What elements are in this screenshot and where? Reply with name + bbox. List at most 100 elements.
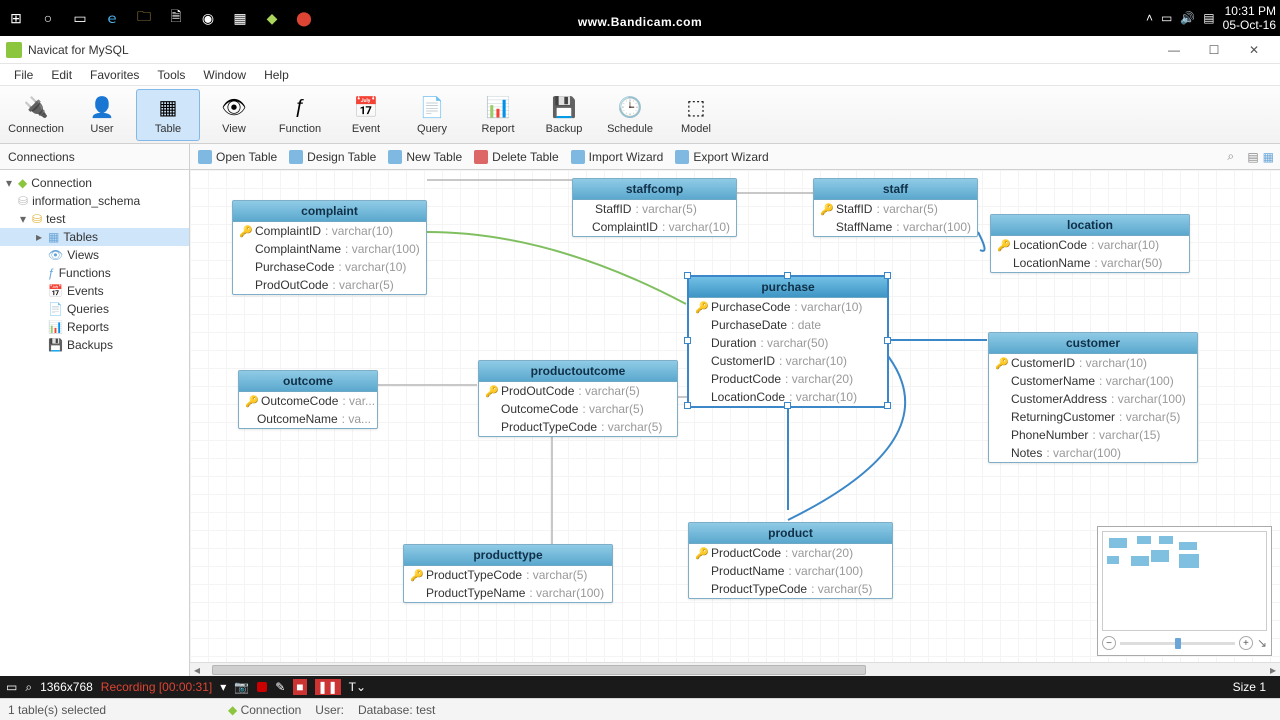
subtool-export-wizard[interactable]: Export Wizard xyxy=(671,148,772,166)
tray-action-icon[interactable]: ▤ xyxy=(1203,11,1214,25)
model-canvas[interactable]: complaint🔑ComplaintID : varchar(10)Compl… xyxy=(190,170,1280,676)
tool-model[interactable]: ⬚Model xyxy=(664,89,728,141)
subtool-open-table[interactable]: Open Table xyxy=(194,148,281,166)
search-icon[interactable]: ⌕ xyxy=(1227,149,1243,165)
rec-stop-button[interactable]: ■ xyxy=(293,679,306,695)
selection-handle[interactable] xyxy=(784,272,791,279)
tree-backups[interactable]: 💾Backups xyxy=(0,336,189,354)
tool-report[interactable]: 📊Report xyxy=(466,89,530,141)
app-icon-1[interactable]: 🗎 xyxy=(164,6,188,30)
field-productcode[interactable]: 🔑ProductCode : varchar(20) xyxy=(689,544,892,562)
field-purchasedate[interactable]: PurchaseDate : date xyxy=(689,316,887,334)
selection-handle[interactable] xyxy=(784,402,791,409)
rec-display-icon[interactable]: ▭ xyxy=(6,680,17,694)
bandicam-task-icon[interactable]: ⬤ xyxy=(292,6,316,30)
start-icon[interactable]: ⊞ xyxy=(4,6,28,30)
field-staffid[interactable]: StaffID : varchar(5) xyxy=(573,200,736,218)
tray-battery-icon[interactable]: ▭ xyxy=(1161,11,1172,25)
cortana-icon[interactable]: ○ xyxy=(36,6,60,30)
field-complaintname[interactable]: ComplaintName : varchar(100) xyxy=(233,240,426,258)
entity-customer[interactable]: customer🔑CustomerID : varchar(10)Custome… xyxy=(988,332,1198,463)
rec-dropdown-icon[interactable]: ▾ xyxy=(220,680,226,694)
tool-schedule[interactable]: 🕒Schedule xyxy=(598,89,662,141)
subtool-delete-table[interactable]: Delete Table xyxy=(470,148,563,166)
tool-query[interactable]: 📄Query xyxy=(400,89,464,141)
field-staffid[interactable]: 🔑StaffID : varchar(5) xyxy=(814,200,977,218)
tree-functions[interactable]: ƒFunctions xyxy=(0,264,189,282)
field-outcomecode[interactable]: OutcomeCode : varchar(5) xyxy=(479,400,677,418)
horizontal-scrollbar[interactable]: ◂▸ xyxy=(190,662,1280,676)
tree-views[interactable]: 👁Views xyxy=(0,246,189,264)
field-outcomename[interactable]: OutcomeName : va... xyxy=(239,410,377,428)
close-button[interactable]: ✕ xyxy=(1234,39,1274,61)
entity-product[interactable]: product🔑ProductCode : varchar(20)Product… xyxy=(688,522,893,599)
tool-function[interactable]: ƒFunction xyxy=(268,89,332,141)
tool-connection[interactable]: 🔌Connection xyxy=(4,89,68,141)
entity-producttype[interactable]: producttype🔑ProductTypeCode : varchar(5)… xyxy=(403,544,613,603)
field-notes[interactable]: Notes : varchar(100) xyxy=(989,444,1197,462)
taskview-icon[interactable]: ▭ xyxy=(68,6,92,30)
subtool-new-table[interactable]: New Table xyxy=(384,148,466,166)
taskbar-clock[interactable]: 10:31 PM 05-Oct-16 xyxy=(1223,4,1276,33)
entity-complaint[interactable]: complaint🔑ComplaintID : varchar(10)Compl… xyxy=(232,200,427,295)
field-prodoutcode[interactable]: ProdOutCode : varchar(5) xyxy=(233,276,426,294)
tool-table[interactable]: ▦Table xyxy=(136,89,200,141)
chrome-icon[interactable]: ◉ xyxy=(196,6,220,30)
field-customeraddress[interactable]: CustomerAddress : varchar(100) xyxy=(989,390,1197,408)
tree-queries[interactable]: 📄Queries xyxy=(0,300,189,318)
rec-record-button[interactable] xyxy=(257,682,267,692)
field-producttypecode[interactable]: ProductTypeCode : varchar(5) xyxy=(479,418,677,436)
entity-staffcomp[interactable]: staffcompStaffID : varchar(5)ComplaintID… xyxy=(572,178,737,237)
menu-window[interactable]: Window xyxy=(195,66,254,84)
menu-favorites[interactable]: Favorites xyxy=(82,66,147,84)
entity-outcome[interactable]: outcome🔑OutcomeCode : var...OutcomeName … xyxy=(238,370,378,429)
field-prodoutcode[interactable]: 🔑ProdOutCode : varchar(5) xyxy=(479,382,677,400)
minimap-view[interactable] xyxy=(1102,531,1267,631)
field-purchasecode[interactable]: PurchaseCode : varchar(10) xyxy=(233,258,426,276)
field-duration[interactable]: Duration : varchar(50) xyxy=(689,334,887,352)
field-customername[interactable]: CustomerName : varchar(100) xyxy=(989,372,1197,390)
view-list-icon[interactable]: ▤ xyxy=(1247,150,1258,164)
field-locationcode[interactable]: 🔑LocationCode : varchar(10) xyxy=(991,236,1189,254)
view-grid-icon[interactable]: ▦ xyxy=(1263,150,1274,164)
selection-handle[interactable] xyxy=(684,337,691,344)
tree-schema-information[interactable]: ⛁information_schema xyxy=(0,192,189,210)
tool-backup[interactable]: 💾Backup xyxy=(532,89,596,141)
tree-events[interactable]: 📅Events xyxy=(0,282,189,300)
entity-productoutcome[interactable]: productoutcome🔑ProdOutCode : varchar(5)O… xyxy=(478,360,678,437)
subtool-design-table[interactable]: Design Table xyxy=(285,148,380,166)
rec-draw-icon[interactable]: ✎ xyxy=(275,680,285,694)
field-staffname[interactable]: StaffName : varchar(100) xyxy=(814,218,977,236)
entity-staff[interactable]: staff🔑StaffID : varchar(5)StaffName : va… xyxy=(813,178,978,237)
field-locationname[interactable]: LocationName : varchar(50) xyxy=(991,254,1189,272)
menu-help[interactable]: Help xyxy=(256,66,297,84)
explorer-icon[interactable]: 🗀 xyxy=(132,6,156,30)
field-phonenumber[interactable]: PhoneNumber : varchar(15) xyxy=(989,426,1197,444)
tree-root-connection[interactable]: ▾◆Connection xyxy=(0,174,189,192)
tree-db-test[interactable]: ▾⛁test xyxy=(0,210,189,228)
menu-file[interactable]: File xyxy=(6,66,41,84)
minimize-button[interactable]: — xyxy=(1154,39,1194,61)
navicat-task-icon[interactable]: ◆ xyxy=(260,6,284,30)
zoom-out-button[interactable]: − xyxy=(1102,636,1116,650)
field-customerid[interactable]: 🔑CustomerID : varchar(10) xyxy=(989,354,1197,372)
field-producttypename[interactable]: ProductTypeName : varchar(100) xyxy=(404,584,612,602)
rec-zoom-icon[interactable]: ⌕ xyxy=(25,680,32,695)
selection-handle[interactable] xyxy=(684,402,691,409)
entity-location[interactable]: location🔑LocationCode : varchar(10)Locat… xyxy=(990,214,1190,273)
selection-handle[interactable] xyxy=(884,272,891,279)
minimap-arrow-icon[interactable]: ↘ xyxy=(1257,636,1267,650)
field-outcomecode[interactable]: 🔑OutcomeCode : var... xyxy=(239,392,377,410)
rec-text-icon[interactable]: T⌄ xyxy=(349,680,366,694)
field-customerid[interactable]: CustomerID : varchar(10) xyxy=(689,352,887,370)
field-complaintid[interactable]: ComplaintID : varchar(10) xyxy=(573,218,736,236)
tool-user[interactable]: 👤User xyxy=(70,89,134,141)
edge-icon[interactable]: ｅ xyxy=(100,6,124,30)
tool-view[interactable]: 👁View xyxy=(202,89,266,141)
selection-handle[interactable] xyxy=(884,402,891,409)
field-productname[interactable]: ProductName : varchar(100) xyxy=(689,562,892,580)
rec-pause-button[interactable]: ❚❚ xyxy=(315,679,341,695)
tree-tables[interactable]: ▸▦Tables xyxy=(0,228,189,246)
tray-volume-icon[interactable]: 🔊 xyxy=(1180,11,1195,25)
maximize-button[interactable]: ☐ xyxy=(1194,39,1234,61)
